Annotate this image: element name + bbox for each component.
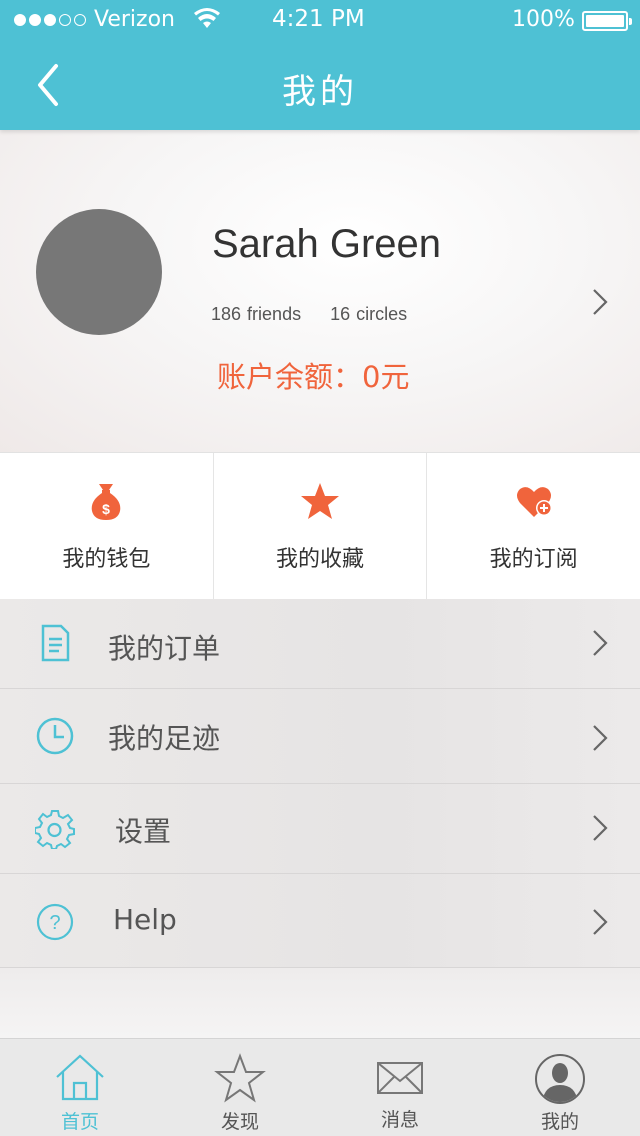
heart-plus-icon — [516, 487, 552, 517]
wifi-icon — [194, 8, 220, 28]
chevron-right-icon — [593, 725, 608, 751]
status-bar: Verizon 4:21 PM 100% — [0, 0, 640, 40]
orders-label: 我的订单 — [108, 632, 221, 665]
menu-item-footprints[interactable]: 我的足迹 — [0, 689, 640, 784]
carrier-name: Verizon — [94, 7, 175, 32]
friends-label: friends — [247, 304, 302, 324]
account-balance: 账户余额：0元 — [217, 360, 410, 394]
tab-home[interactable]: 首页 — [0, 1039, 160, 1136]
footprints-label: 我的足迹 — [108, 722, 221, 755]
clock-icon — [36, 717, 74, 755]
chevron-right-icon — [593, 909, 608, 935]
star-outline-icon — [214, 1053, 266, 1103]
subscriptions-button[interactable]: 我的订阅 — [427, 453, 640, 599]
wallet-label: 我的钱包 — [62, 547, 151, 572]
tab-discover[interactable]: 发现 — [160, 1039, 320, 1136]
friends-count: 186 — [211, 304, 242, 324]
star-icon — [301, 483, 339, 519]
envelope-icon — [377, 1062, 423, 1094]
help-label: Help — [113, 903, 177, 936]
home-icon — [56, 1054, 104, 1101]
menu-item-settings[interactable]: 设置 — [0, 784, 640, 874]
profile-stats: 186 friends 16 circles — [211, 304, 413, 325]
menu-item-orders[interactable]: 我的订单 — [0, 599, 640, 689]
subscriptions-label: 我的订阅 — [489, 547, 578, 572]
status-time: 4:21 PM — [272, 6, 365, 32]
user-avatar-icon — [535, 1054, 585, 1104]
tab-home-label: 首页 — [60, 1111, 99, 1133]
tab-messages-label: 消息 — [380, 1109, 419, 1131]
favorites-label: 我的收藏 — [276, 547, 365, 572]
battery-percent: 100% — [512, 7, 575, 32]
carrier: Verizon — [14, 7, 175, 32]
tab-mine[interactable]: 我的 — [480, 1039, 640, 1136]
header: Verizon 4:21 PM 100% 我的 — [0, 0, 640, 130]
settings-label: 设置 — [115, 815, 172, 848]
svg-text:$: $ — [102, 501, 110, 517]
signal-icon — [14, 13, 86, 26]
quick-actions: $ 我的钱包 我的收藏 我的订阅 — [0, 452, 640, 599]
chevron-right-icon — [593, 289, 608, 315]
settings-menu: 我的订单 我的足迹 设置 ? Help — [0, 599, 640, 968]
menu-footer-space — [0, 968, 640, 1038]
gear-icon — [35, 810, 75, 849]
avatar[interactable] — [36, 209, 162, 335]
chevron-right-icon — [593, 630, 608, 656]
circles-label: circles — [356, 304, 408, 324]
battery-icon — [582, 11, 632, 31]
tab-messages[interactable]: 消息 — [320, 1039, 480, 1136]
svg-text:?: ? — [49, 912, 60, 934]
tab-discover-label: 发现 — [220, 1111, 259, 1133]
favorites-button[interactable]: 我的收藏 — [214, 453, 428, 599]
document-icon — [41, 624, 70, 662]
page-title: 我的 — [282, 72, 358, 112]
profile-card[interactable]: Sarah Green 186 friends 16 circles 账户余额：0元 — [0, 130, 640, 452]
wallet-button[interactable]: $ 我的钱包 — [0, 453, 214, 599]
chevron-right-icon — [593, 815, 608, 841]
menu-item-help[interactable]: ? Help — [0, 874, 640, 968]
money-bag-icon: $ — [92, 484, 121, 520]
user-name: Sarah Green — [212, 222, 442, 266]
help-icon: ? — [36, 903, 74, 941]
tab-mine-label: 我的 — [540, 1111, 579, 1133]
circles-count: 16 — [330, 304, 351, 324]
tab-bar: 首页 发现 消息 我的 — [0, 1038, 640, 1136]
